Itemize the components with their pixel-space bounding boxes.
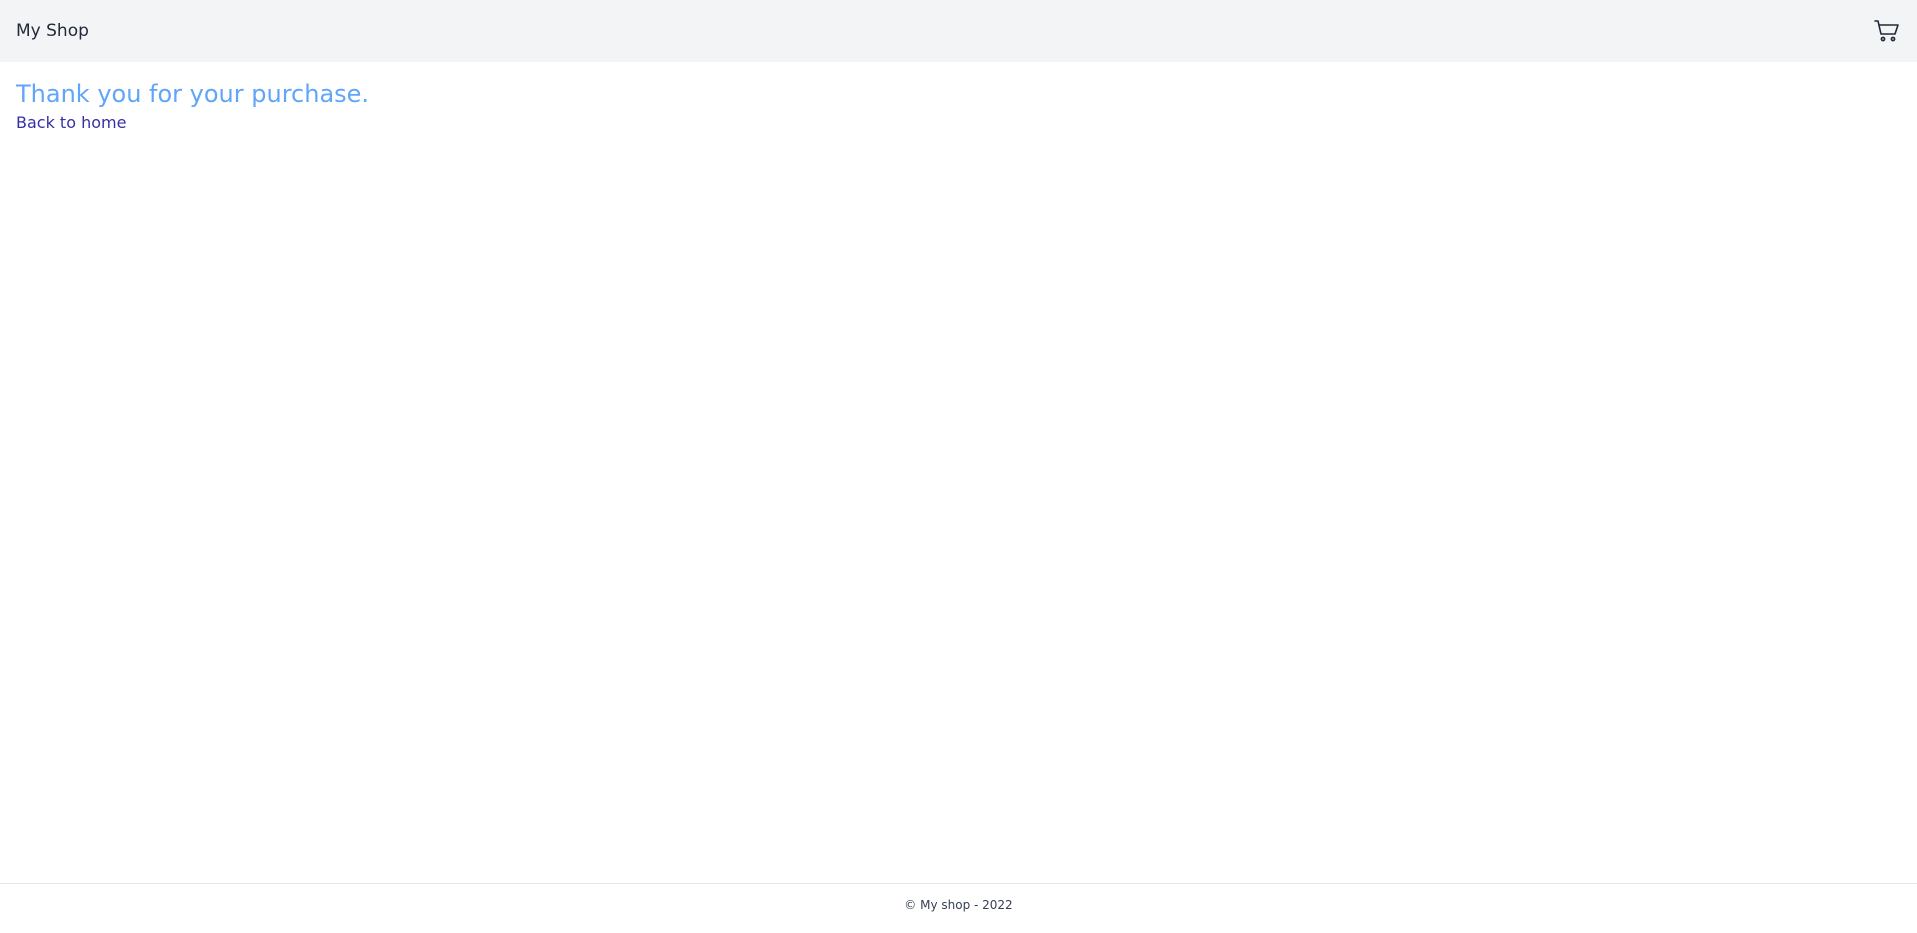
top-navbar: My Shop: [0, 0, 1917, 62]
main-content: Thank you for your purchase. Back to hom…: [0, 62, 1917, 150]
shopping-cart-icon: [1874, 20, 1899, 42]
cart-button[interactable]: [1873, 17, 1901, 45]
page: My Shop Thank you for your purchase. Bac…: [0, 0, 1917, 933]
page-footer: © My shop - 2022: [0, 883, 1917, 933]
brand-link[interactable]: My Shop: [16, 21, 89, 41]
copyright-text: © My shop - 2022: [904, 897, 1013, 912]
purchase-confirmation-heading: Thank you for your purchase.: [16, 80, 370, 108]
back-to-home-link[interactable]: Back to home: [16, 113, 126, 132]
